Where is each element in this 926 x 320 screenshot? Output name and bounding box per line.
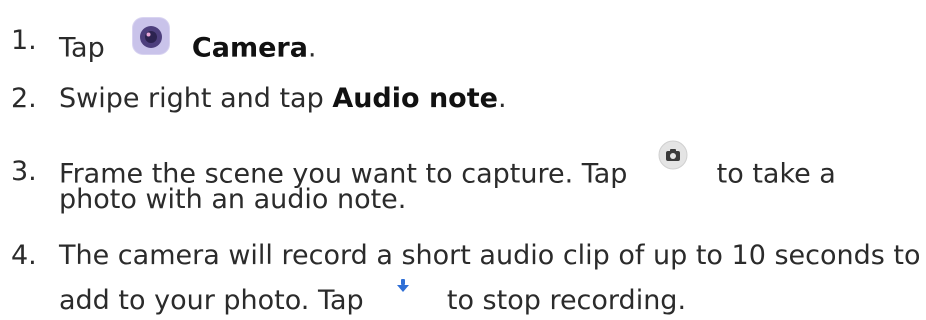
- camera-label: Camera: [191, 32, 308, 64]
- step-text-pre: Swipe right and tap: [59, 83, 333, 114]
- step-number: 1.: [11, 25, 37, 56]
- step-text: Tap Camera.: [59, 17, 317, 73]
- step-text-post: to stop recording.: [446, 285, 687, 316]
- step-text-line1: The camera will record a short audio cli…: [59, 240, 921, 271]
- step-text-post: to take a: [716, 158, 836, 190]
- step-number: 2.: [11, 83, 37, 114]
- step-text-line2: photo with an audio note.: [59, 184, 407, 215]
- step-text-post: .: [497, 83, 507, 114]
- step-text-line2: add to your photo. Tap to stop recording…: [59, 278, 687, 318]
- step-number: 4.: [11, 240, 37, 271]
- camera-app-icon: [131, 16, 171, 64]
- step-number: 3.: [11, 156, 37, 187]
- stop-recording-icon: [396, 270, 410, 302]
- step-text-post: .: [307, 32, 317, 64]
- audio-note-label: Audio note: [332, 83, 498, 114]
- step-text: Swipe right and tap Audio note.: [59, 83, 507, 115]
- shutter-icon: [658, 140, 688, 178]
- step-text-pre: Tap: [59, 32, 105, 64]
- step-text-pre: add to your photo. Tap: [59, 285, 364, 316]
